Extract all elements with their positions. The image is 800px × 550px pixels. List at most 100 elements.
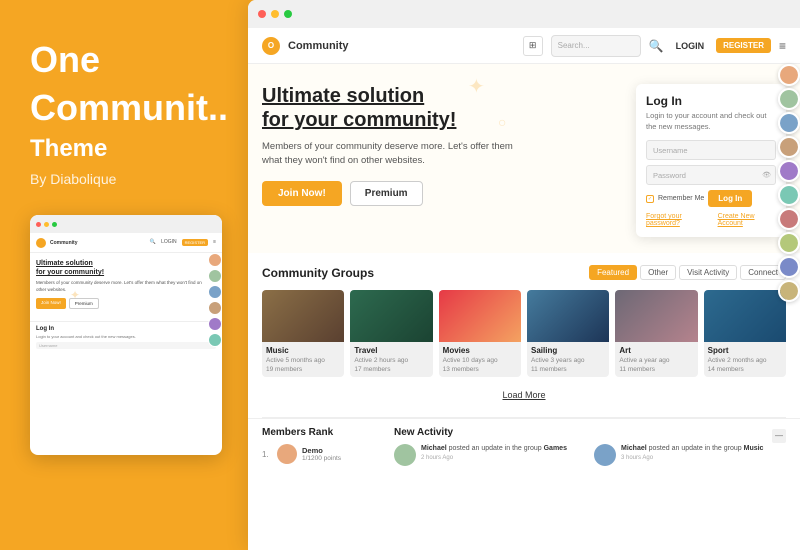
main-panel: O Community ⊞ Search... 🔍 LOGIN REGISTER…	[248, 0, 800, 550]
forgot-password-link[interactable]: Forgot your password?	[646, 213, 712, 227]
search-icon[interactable]: 🔍	[649, 39, 664, 53]
preview-titlebar	[30, 215, 222, 233]
hero-premium-btn[interactable]: Premium	[350, 181, 423, 206]
preview-nav: Community 🔍 LOGIN REGISTER ≡	[30, 233, 222, 253]
avatar-strip	[778, 64, 800, 302]
preview-dot-green	[52, 222, 57, 227]
group-name-sport: Sport	[708, 346, 782, 355]
preview-hero-content: ✦ Ultimate solutionfor your community! M…	[30, 253, 222, 315]
rank-points-1: 1/1200 points	[302, 455, 341, 462]
group-info-sailing: Sailing Active 3 years ago11 members	[527, 342, 609, 377]
preview-headline: Ultimate solutionfor your community!	[36, 259, 202, 277]
site-nav: O Community ⊞ Search... 🔍 LOGIN REGISTER…	[248, 28, 800, 64]
rank-name-1: Demo	[302, 446, 341, 455]
browser-dot-yellow[interactable]	[271, 10, 279, 18]
preview-login-title: Log In	[36, 326, 216, 332]
hero-left: Ultimate solution for your community! Me…	[262, 84, 626, 237]
username-placeholder: Username	[653, 146, 688, 155]
preview-logo	[36, 238, 46, 248]
preview-avatar-strip	[208, 253, 222, 347]
avatar-strip-9	[778, 256, 800, 278]
browser-dot-green[interactable]	[284, 10, 292, 18]
avatar-strip-4	[778, 136, 800, 158]
preview-desc: Members of your community deserve more. …	[36, 280, 202, 293]
rank-item-1: 1. Demo 1/1200 points	[262, 444, 382, 464]
activity-avatar-1	[394, 444, 416, 466]
login-submit-btn[interactable]: Log In	[708, 190, 752, 207]
group-name-music: Music	[266, 346, 340, 355]
rank-info-1: Demo 1/1200 points	[302, 446, 341, 462]
nav-login-btn[interactable]: LOGIN	[672, 41, 709, 51]
group-name-travel: Travel	[354, 346, 428, 355]
group-card-art[interactable]: Art Active a year ago11 members	[615, 290, 697, 377]
activity-time-1: 2 hours Ago	[421, 455, 567, 461]
preview-nav-icons: 🔍 LOGIN REGISTER ≡	[150, 239, 216, 246]
nav-register-btn[interactable]: REGISTER	[716, 38, 771, 53]
login-box: Log In Login to your account and check o…	[636, 84, 786, 237]
filter-other[interactable]: Other	[640, 265, 676, 280]
avatar-strip-7	[778, 208, 800, 230]
group-card-music[interactable]: Music Active 5 months ago19 members	[262, 290, 344, 377]
preview-avatar-5	[208, 317, 222, 331]
group-name-movies: Movies	[443, 346, 517, 355]
groups-filters: Featured Other Visit Activity Connect	[589, 265, 786, 280]
remember-checkbox[interactable]: ✓	[646, 195, 654, 203]
bottom-section: Members Rank 1. Demo 1/1200 points New A…	[248, 418, 800, 468]
remember-label: Remember Me	[658, 195, 704, 202]
collapse-activity-btn[interactable]: —	[772, 429, 786, 443]
group-info-art: Art Active a year ago11 members	[615, 342, 697, 377]
create-account-link[interactable]: Create New Account	[718, 213, 776, 227]
group-info-travel: Travel Active 2 hours ago17 members	[350, 342, 432, 377]
activity-text-2: Michael posted an update in the group Mu…	[621, 444, 763, 454]
groups-grid: Music Active 5 months ago19 members Trav…	[262, 290, 786, 377]
group-card-sport[interactable]: Sport Active 2 months ago14 members	[704, 290, 786, 377]
group-card-movies[interactable]: Movies Active 10 days ago13 members	[439, 290, 521, 377]
nav-hamburger-icon[interactable]: ≡	[779, 39, 786, 53]
hero-title-line1: Ultimate solution	[262, 85, 424, 107]
browser-dot-red[interactable]	[258, 10, 266, 18]
hero-join-btn[interactable]: Join Now!	[262, 181, 342, 206]
new-activity-header: New Activity —	[394, 427, 786, 444]
preview-avatar-1	[208, 253, 222, 267]
group-meta-travel: Active 2 hours ago17 members	[354, 356, 428, 374]
hero-section: ✦ ○ Ultimate solution for your community…	[248, 64, 800, 253]
preview-deco: ✦	[70, 288, 80, 302]
preview-buttons: Join Now! Premium	[36, 298, 202, 309]
group-card-travel[interactable]: Travel Active 2 hours ago17 members	[350, 290, 432, 377]
left-panel: One Communit.. Theme By Diabolique Commu…	[0, 0, 248, 550]
search-placeholder: Search...	[558, 41, 590, 50]
avatar-strip-5	[778, 160, 800, 182]
activity-time-2: 3 hours Ago	[621, 455, 763, 461]
rank-avatar-1	[277, 444, 297, 464]
brand-by: By Diabolique	[30, 171, 218, 187]
preview-login-desc: Login to your account and check out the …	[36, 334, 216, 339]
group-img-travel	[350, 290, 432, 342]
username-input[interactable]: Username	[646, 140, 776, 160]
password-placeholder: Password	[653, 171, 686, 180]
avatar-strip-10	[778, 280, 800, 302]
preview-register: REGISTER	[182, 239, 208, 246]
avatar-strip-8	[778, 232, 800, 254]
hero-title: Ultimate solution for your community!	[262, 84, 626, 132]
load-more-btn[interactable]: Load More	[502, 390, 545, 400]
preview-window: Community 🔍 LOGIN REGISTER ≡ ✦ Ulti	[30, 215, 222, 455]
filter-featured[interactable]: Featured	[589, 265, 637, 280]
activity-item-2: Michael posted an update in the group Mu…	[594, 444, 786, 466]
preview-username-input[interactable]: Username	[36, 342, 216, 349]
group-name-art: Art	[619, 346, 693, 355]
preview-join-btn[interactable]: Join Now!	[36, 298, 66, 309]
group-card-sailing[interactable]: Sailing Active 3 years ago11 members	[527, 290, 609, 377]
password-input[interactable]: Password 👁	[646, 165, 776, 185]
preview-avatar-4	[208, 301, 222, 315]
login-remember-row: ✓ Remember Me Log In	[646, 190, 776, 207]
password-toggle-icon[interactable]: 👁	[762, 171, 771, 179]
group-info-sport: Sport Active 2 months ago14 members	[704, 342, 786, 377]
filter-visit-activity[interactable]: Visit Activity	[679, 265, 737, 280]
group-img-movies	[439, 290, 521, 342]
new-activity-title: New Activity	[394, 427, 453, 438]
avatar-strip-3	[778, 112, 800, 134]
nav-grid-icon[interactable]: ⊞	[523, 36, 543, 56]
group-meta-sport: Active 2 months ago14 members	[708, 356, 782, 374]
avatar-strip-1	[778, 64, 800, 86]
activity-content-1: Michael posted an update in the group Ga…	[421, 444, 567, 466]
